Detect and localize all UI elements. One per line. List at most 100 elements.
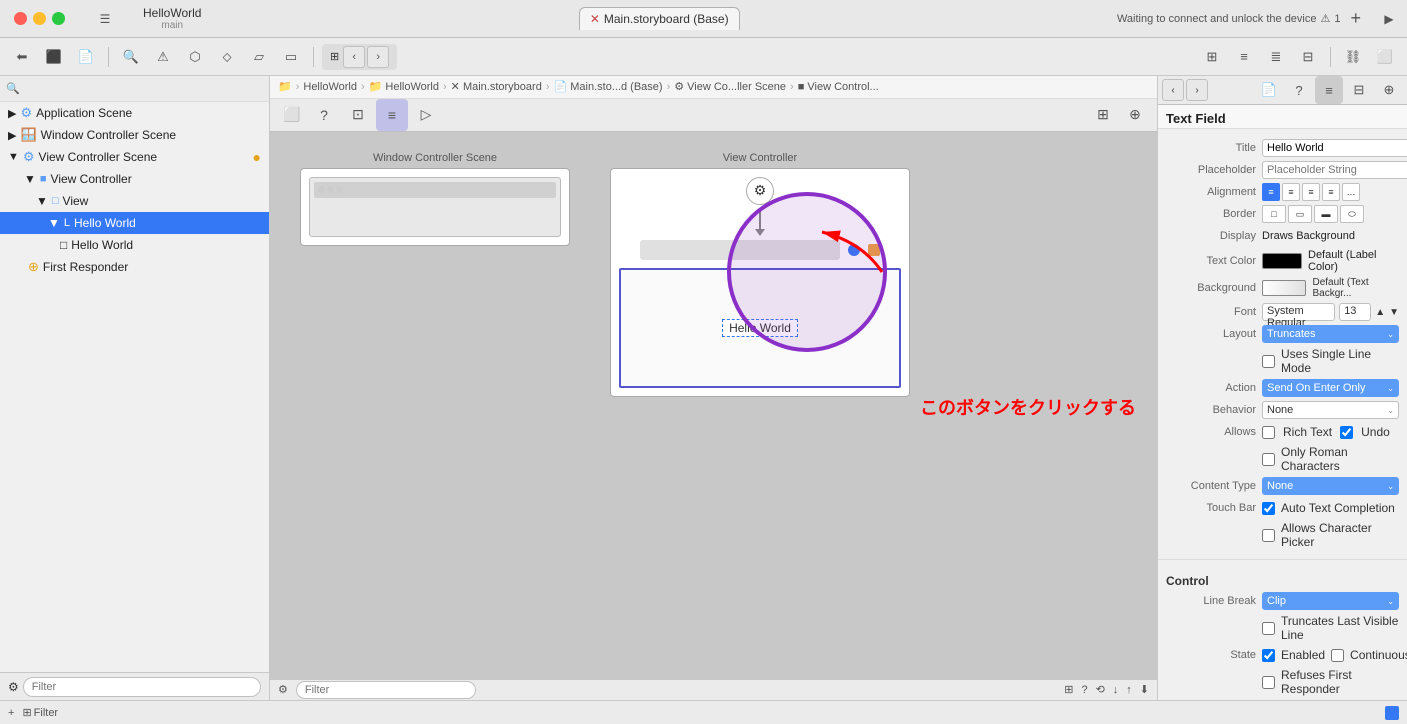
sidebar-item-vc-scene[interactable]: ▼ ⚙ View Controller Scene ●	[0, 146, 269, 168]
filter-input[interactable]	[23, 677, 261, 697]
touch-bar-row: Touch Bar Auto Text Completion	[1158, 497, 1407, 519]
add-object-button[interactable]: ⊕	[1121, 101, 1149, 129]
font-size-field[interactable]: 13	[1339, 303, 1371, 321]
rect-button[interactable]: ▭	[277, 43, 305, 71]
sidebar-item-window-scene[interactable]: ▶ 🪟 Window Controller Scene	[0, 124, 269, 146]
link-button[interactable]: ⛓	[1339, 43, 1367, 71]
test-button[interactable]: ⬡	[181, 43, 209, 71]
roman-checkbox[interactable]	[1262, 453, 1275, 466]
inspect-icon[interactable]: ⊡	[342, 99, 374, 131]
separator2	[313, 47, 314, 67]
sidebar-toggle-button[interactable]: ☰	[87, 0, 123, 38]
border-rounded-btn[interactable]: ⬭	[1340, 205, 1364, 223]
bottom-debug-btn[interactable]	[1385, 706, 1399, 720]
layout-icon[interactable]: ▷	[410, 99, 442, 131]
panel-button[interactable]: ⬜	[1371, 43, 1399, 71]
title-field[interactable]	[1262, 139, 1407, 157]
align-right-btn[interactable]: ≡	[1302, 183, 1320, 201]
inspector-tabs-bar: ‹ › 📄 ? ≡ ⊟ ⊕	[1158, 76, 1407, 105]
truncates-checkbox[interactable]	[1262, 622, 1275, 635]
play-button[interactable]: ▶	[1371, 0, 1407, 38]
font-stepper-down[interactable]: ▼	[1389, 307, 1399, 318]
deploy-button[interactable]: ⬦	[213, 43, 241, 71]
storyboard-tab[interactable]: ✕ Main.storyboard (Base)	[579, 7, 740, 30]
shape-button[interactable]: ▱	[245, 43, 273, 71]
bottom-add-icon[interactable]: +	[8, 707, 14, 719]
continuous-checkbox[interactable]	[1331, 649, 1344, 662]
content-type-dropdown[interactable]: None ⌄	[1262, 477, 1399, 495]
close-button[interactable]	[14, 12, 27, 25]
sidebar-item-responder[interactable]: ⊕ First Responder	[0, 256, 269, 278]
action-dropdown[interactable]: Send On Enter Only ⌄	[1262, 379, 1399, 397]
tab-file[interactable]: 📄	[1255, 76, 1283, 104]
minimize-button[interactable]	[33, 12, 46, 25]
inspector-toggle[interactable]: ≡	[1230, 43, 1258, 71]
nav-forward[interactable]: ›	[367, 46, 389, 68]
zoom-icon[interactable]: ⊞	[1064, 683, 1073, 696]
window-controller-box[interactable]	[300, 168, 570, 246]
border-bezel-btn[interactable]: ▬	[1314, 205, 1338, 223]
fit-icon[interactable]: ⟲	[1096, 683, 1105, 696]
inspector-nav-back[interactable]: ‹	[1162, 79, 1184, 101]
fullscreen-button[interactable]	[52, 12, 65, 25]
text-color-swatch[interactable]	[1262, 253, 1302, 269]
single-line-checkbox[interactable]	[1262, 355, 1275, 368]
font-stepper-up[interactable]: ▲	[1375, 307, 1385, 318]
new-file-button[interactable]: 📄	[72, 43, 100, 71]
line-break-value: Clip	[1267, 595, 1286, 607]
add-icon[interactable]: +	[1350, 8, 1361, 29]
border-none-btn[interactable]: □	[1262, 205, 1286, 223]
something-btn[interactable]: ⊟	[1294, 43, 1322, 71]
debug-toggle[interactable]: ≣	[1262, 43, 1290, 71]
align-left-btn[interactable]: ≡	[1262, 183, 1280, 201]
display-row: Display Draws Background	[1158, 225, 1407, 247]
zoom-reset-button[interactable]: ?	[310, 101, 338, 129]
behavior-dropdown[interactable]: None ⌄	[1262, 401, 1399, 419]
background-swatch[interactable]	[1262, 280, 1306, 296]
align-justify-btn[interactable]: ≡	[1322, 183, 1340, 201]
sidebar-item-vc[interactable]: ▼ ■ View Controller	[0, 168, 269, 190]
undo-checkbox[interactable]	[1340, 426, 1353, 439]
warning-button[interactable]: ⚠	[149, 43, 177, 71]
sidebar-item-view[interactable]: ▼ □ View	[0, 190, 269, 212]
inspector-nav-forward[interactable]: ›	[1186, 79, 1208, 101]
refuses-checkbox[interactable]	[1262, 676, 1275, 689]
build-button[interactable]: ⬅	[8, 43, 36, 71]
vc-outer-box[interactable]: ⚙ Hel	[610, 168, 910, 397]
layout-dropdown[interactable]: Truncates ⌄	[1262, 325, 1399, 343]
zoom-out-button[interactable]: ⬜	[278, 101, 306, 129]
tab-help[interactable]: ?	[1285, 76, 1313, 104]
sidebar-item-label: First Responder	[43, 260, 128, 274]
up-icon-bottom[interactable]: ↑	[1126, 684, 1132, 696]
search-button[interactable]: 🔍	[117, 43, 145, 71]
line-break-dropdown[interactable]: Clip ⌄	[1262, 592, 1399, 610]
vc-main-view[interactable]: Hello World	[619, 268, 901, 388]
placeholder-field[interactable]	[1262, 161, 1407, 179]
right-panel-toggle[interactable]: ⊞	[1198, 43, 1226, 71]
align-center-btn[interactable]: ≡	[1282, 183, 1300, 201]
align-natural-btn[interactable]: …	[1342, 183, 1360, 201]
vc-blue-dot	[848, 244, 860, 256]
vc-orange-square	[868, 244, 880, 256]
help-icon[interactable]: ?	[1081, 684, 1087, 696]
align-icon[interactable]: ≡	[376, 99, 408, 131]
font-name-field[interactable]: System Regular	[1262, 303, 1335, 321]
sidebar-item-hello2[interactable]: □ Hello World	[0, 234, 269, 256]
tab-size[interactable]: ⊟	[1345, 76, 1373, 104]
add-icon-bottom[interactable]: ↓	[1113, 684, 1119, 696]
rich-text-checkbox[interactable]	[1262, 426, 1275, 439]
border-line-btn[interactable]: ▭	[1288, 205, 1312, 223]
sidebar-item-app-scene[interactable]: ▶ ⚙ Application Scene	[0, 102, 269, 124]
download-icon[interactable]: ⬇	[1140, 683, 1149, 696]
tab-attributes[interactable]: ≡	[1315, 76, 1343, 104]
auto-complete-checkbox[interactable]	[1262, 502, 1275, 515]
sidebar-item-hello[interactable]: ▼ L Hello World	[0, 212, 269, 234]
bottom-filter-input[interactable]	[296, 681, 476, 699]
nav-back[interactable]: ‹	[343, 46, 365, 68]
forward-button[interactable]: ⬛	[40, 43, 68, 71]
tab-connections[interactable]: ⊕	[1375, 76, 1403, 104]
zoom-fit-button[interactable]: ⊞	[1089, 101, 1117, 129]
enabled-checkbox[interactable]	[1262, 649, 1275, 662]
scheme-selector[interactable]: ⊞ ‹ ›	[322, 44, 397, 70]
char-picker-checkbox[interactable]	[1262, 529, 1275, 542]
